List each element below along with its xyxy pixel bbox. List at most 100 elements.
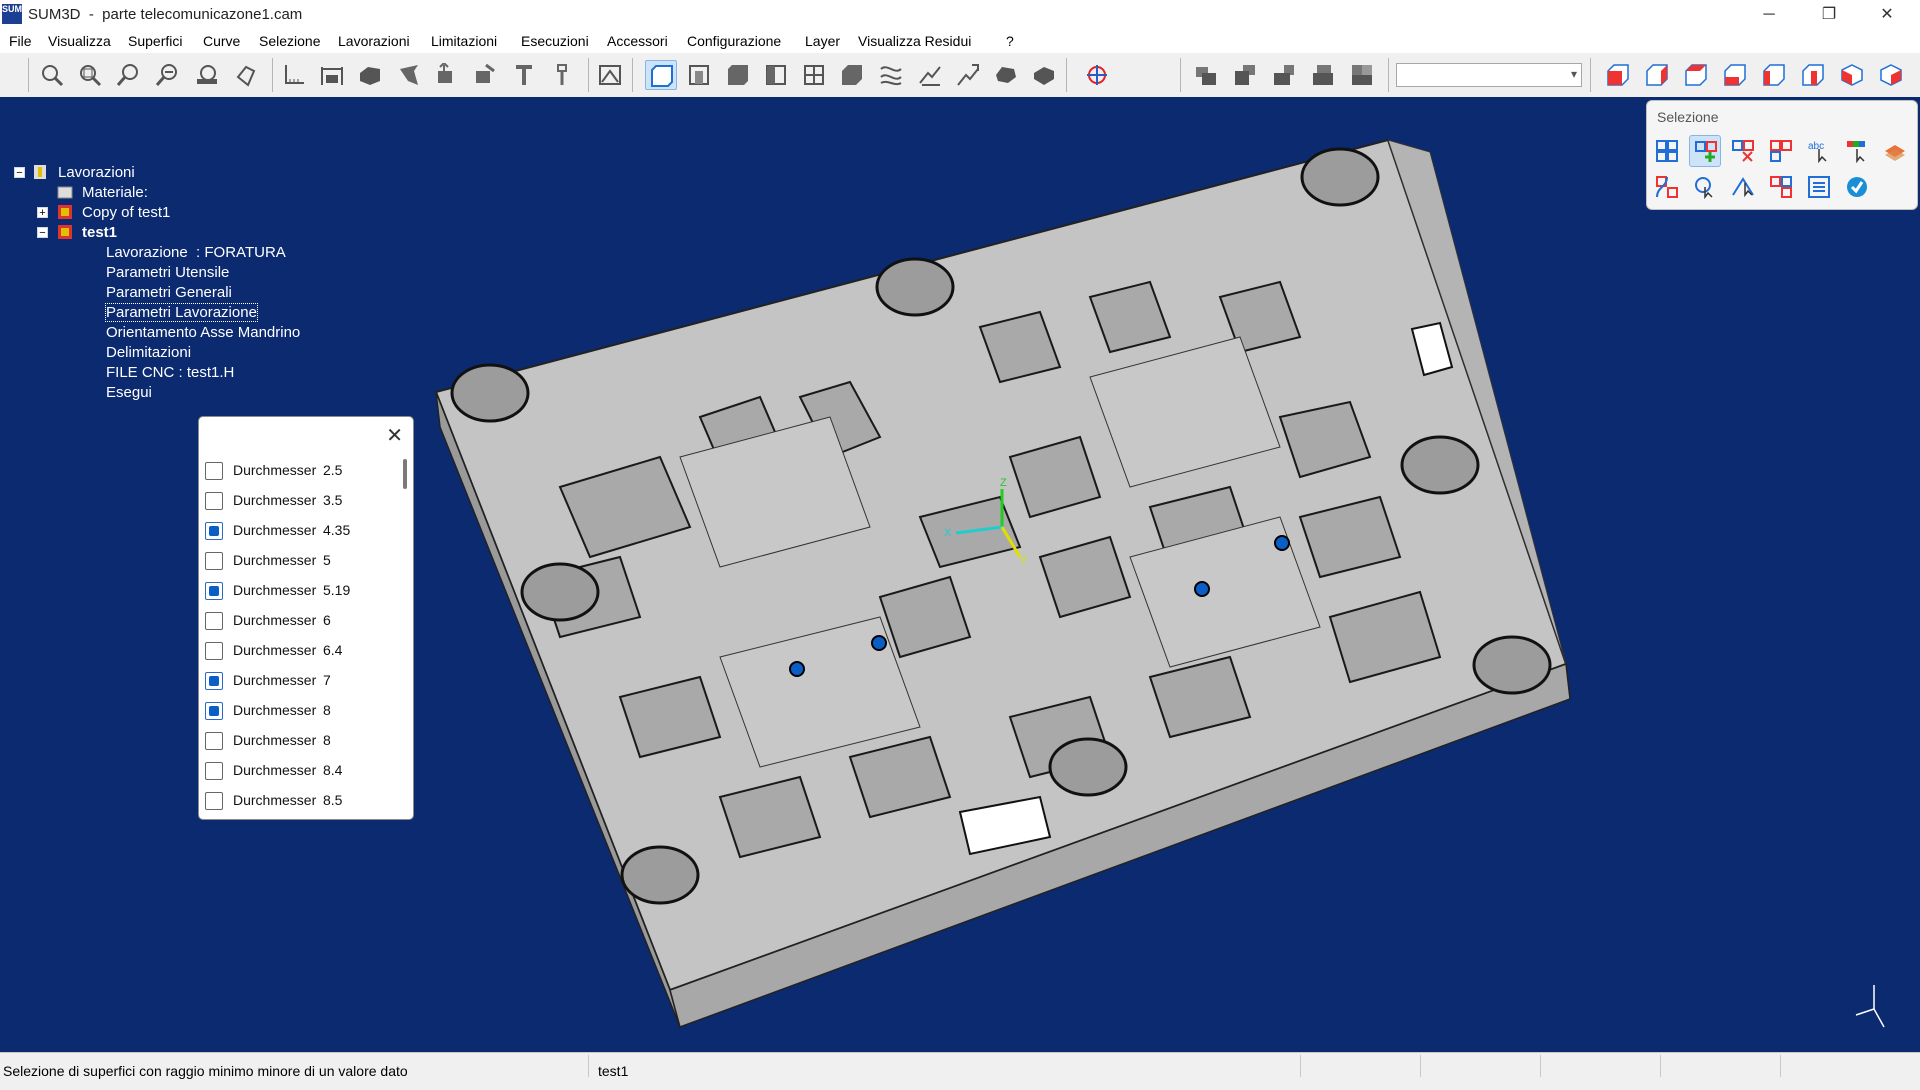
diameter-checkbox[interactable] (205, 792, 223, 810)
section-icon[interactable] (392, 60, 424, 90)
view-edges-icon[interactable] (683, 60, 715, 90)
solid-box-icon[interactable] (354, 60, 386, 90)
tree-root-lavorazioni[interactable]: Lavorazioni (58, 164, 135, 181)
menu-accessori[interactable]: Accessori (607, 33, 668, 49)
layer-2-icon[interactable] (1229, 60, 1261, 90)
menu-file[interactable]: File (9, 33, 32, 49)
list-item[interactable]: Durchmesser 6 (205, 609, 395, 633)
tree-item-parametri-lavorazione[interactable]: Parametri Lavorazione (105, 303, 258, 322)
list-item[interactable]: Durchmesser 8 (205, 699, 395, 723)
menu-superfici[interactable]: Superfici (128, 33, 182, 49)
view-back-icon[interactable] (1641, 60, 1673, 90)
list-item[interactable]: Durchmesser 3.5 (205, 489, 395, 513)
select-surfaces-icon[interactable] (1651, 135, 1683, 167)
tree-expander-test1[interactable]: − (37, 227, 48, 239)
pan-icon[interactable] (230, 60, 262, 90)
picture-icon[interactable] (594, 60, 626, 90)
tree-expander-copy[interactable]: + (37, 207, 48, 219)
select-by-layer-icon[interactable] (1879, 135, 1911, 167)
diameter-checkbox[interactable] (205, 672, 223, 690)
view-right-icon[interactable] (1797, 60, 1829, 90)
select-window-icon[interactable] (1689, 171, 1721, 203)
view-box-icon[interactable] (836, 60, 868, 90)
surface-shape-icon[interactable] (990, 60, 1022, 90)
select-pockets-icon[interactable] (1765, 171, 1797, 203)
tree-item-materiale[interactable]: Materiale: (82, 184, 148, 201)
close-button[interactable]: ✕ (1864, 0, 1910, 30)
select-tangent-icon[interactable] (1727, 171, 1759, 203)
select-remove-icon[interactable] (1727, 135, 1759, 167)
tree-item-delimitazioni[interactable]: Delimitazioni (106, 344, 191, 361)
simulation-icon[interactable] (952, 60, 984, 90)
select-invert-icon[interactable] (1765, 135, 1797, 167)
menu-selezione[interactable]: Selezione (259, 33, 321, 49)
diameter-checkbox[interactable] (205, 552, 223, 570)
tree-item-parametri-generali[interactable]: Parametri Generali (106, 284, 232, 301)
list-item[interactable]: Durchmesser 5.19 (205, 579, 395, 603)
view-top-icon[interactable] (1680, 60, 1712, 90)
select-by-color-icon[interactable] (1841, 135, 1873, 167)
diameter-checkbox[interactable] (205, 642, 223, 660)
list-item[interactable]: Durchmesser 2.5 (205, 459, 395, 483)
tree-item-esegui[interactable]: Esegui (106, 384, 152, 401)
list-item[interactable]: Durchmesser 8 (205, 729, 395, 753)
view-front-icon[interactable] (1602, 60, 1634, 90)
diameter-checkbox[interactable] (205, 582, 223, 600)
select-add-icon[interactable] (1689, 135, 1721, 167)
zoom-window-icon[interactable] (36, 60, 68, 90)
zoom-all-icon[interactable] (74, 60, 106, 90)
menu-visualizza-residui[interactable]: Visualizza Residui (858, 33, 971, 49)
zoom-previous-icon[interactable] (191, 60, 223, 90)
list-item[interactable]: Durchmesser 8.4 (205, 759, 395, 783)
zoom-out-icon[interactable] (152, 60, 184, 90)
list-item[interactable]: Durchmesser 6.4 (205, 639, 395, 663)
layer-3-icon[interactable] (1268, 60, 1300, 90)
tree-item-parametri-utensile[interactable]: Parametri Utensile (106, 264, 229, 281)
diameter-checkbox[interactable] (205, 612, 223, 630)
view-grid-icon[interactable] (798, 60, 830, 90)
select-confirm-icon[interactable] (1841, 171, 1873, 203)
layer-combo[interactable]: ▾ (1396, 63, 1582, 87)
list-item[interactable]: Durchmesser 7 (205, 669, 395, 693)
menu-visualizza[interactable]: Visualizza (48, 33, 111, 49)
scrollbar-thumb[interactable] (403, 459, 407, 489)
toolpath-icon[interactable] (914, 60, 946, 90)
menu-help[interactable]: ? (1006, 33, 1014, 49)
zoom-in-icon[interactable] (113, 60, 145, 90)
tree-expander-lavorazioni[interactable]: − (14, 167, 25, 179)
solid-shape-icon[interactable] (1028, 60, 1060, 90)
view-bottom-icon[interactable] (1719, 60, 1751, 90)
measure-icon[interactable] (278, 60, 310, 90)
diameter-checkbox[interactable] (205, 702, 223, 720)
list-item[interactable]: Durchmesser 5 (205, 549, 395, 573)
move-part-icon[interactable] (430, 60, 462, 90)
menu-esecuzioni[interactable]: Esecuzioni (521, 33, 589, 49)
diameter-checkbox[interactable] (205, 762, 223, 780)
view-curves-icon[interactable] (875, 60, 907, 90)
diameter-checkbox[interactable] (205, 492, 223, 510)
tree-item-copy-of-test1[interactable]: Copy of test1 (82, 204, 170, 221)
tree-item-file-cnc[interactable]: FILE CNC : test1.H (106, 364, 234, 381)
menu-configurazione[interactable]: Configurazione (687, 33, 781, 49)
rotate-view-icon[interactable] (1081, 60, 1113, 90)
select-radius-icon[interactable] (1651, 171, 1683, 203)
select-list-icon[interactable] (1803, 171, 1835, 203)
list-item[interactable]: Durchmesser 4.35 (205, 519, 395, 543)
view-hidden-icon[interactable] (760, 60, 792, 90)
minimize-button[interactable]: ─ (1746, 0, 1792, 30)
view-solid-icon[interactable] (722, 60, 754, 90)
tool-icon[interactable] (508, 60, 540, 90)
maximize-button[interactable]: ❐ (1806, 0, 1852, 30)
menu-layer[interactable]: Layer (805, 33, 840, 49)
select-by-name-icon[interactable]: abc (1803, 135, 1835, 167)
view-shaded-icon[interactable] (645, 60, 677, 90)
close-icon[interactable]: ✕ (386, 423, 403, 448)
drill-tool-icon[interactable] (546, 60, 578, 90)
list-item[interactable]: Durchmesser 8.5 (205, 789, 395, 813)
layer-4-icon[interactable] (1307, 60, 1339, 90)
rotate-part-icon[interactable] (468, 60, 500, 90)
view-iso-2-icon[interactable] (1875, 60, 1907, 90)
diameter-checkbox[interactable] (205, 732, 223, 750)
view-iso-icon[interactable] (1836, 60, 1868, 90)
diameter-checkbox[interactable] (205, 522, 223, 540)
